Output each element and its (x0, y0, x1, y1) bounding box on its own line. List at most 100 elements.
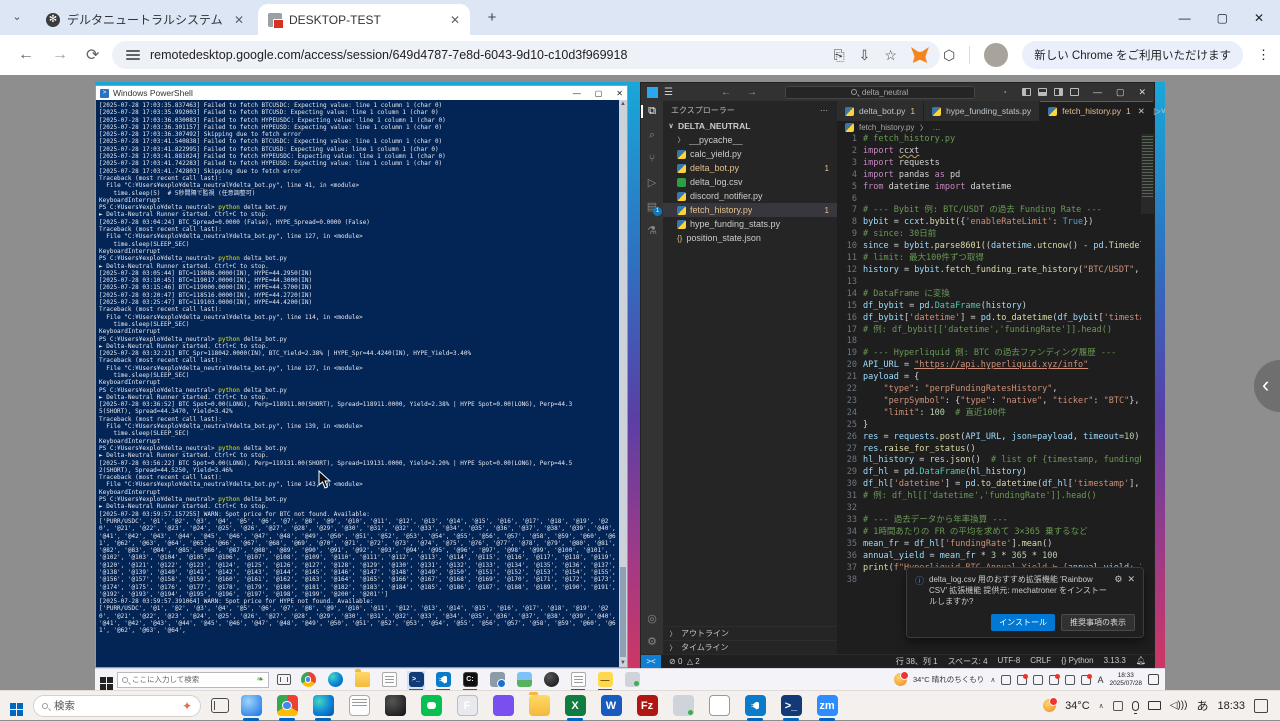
extensions-puzzle-icon[interactable]: ⬡ (943, 47, 955, 64)
local-hidden-icons-chevron[interactable]: ∧ (1099, 702, 1104, 710)
tab-close-icon[interactable]: ✕ (450, 13, 460, 27)
vscode-restore-button[interactable]: ▢ (1116, 87, 1125, 98)
metamask-extension-icon[interactable] (911, 47, 929, 63)
settings-gear-icon[interactable]: ⚙ (641, 635, 663, 648)
vscode-account-icon[interactable]: ◔ (1002, 88, 1007, 97)
local-weather-icon[interactable] (1043, 699, 1056, 712)
run-python-file-icon[interactable]: ▷˅ (1154, 106, 1165, 117)
remote-weather-text[interactable]: 34°C 晴れのちくもり (913, 674, 984, 685)
reload-button[interactable]: ⟳ (86, 45, 99, 65)
tray-icon-2[interactable] (1017, 675, 1027, 685)
app-zoom-icon[interactable]: zm (815, 694, 839, 718)
taskbar-edge-icon[interactable] (326, 671, 344, 689)
search-icon[interactable]: ⌕ (641, 129, 663, 142)
python-version[interactable]: 3.13.3 (1104, 656, 1126, 667)
remote-clock[interactable]: 18:33 2025/07/28 (1109, 672, 1142, 687)
app-powershell-icon[interactable]: >_ (779, 694, 803, 718)
app-dark-sphere-icon[interactable] (383, 694, 407, 718)
taskbar-device-manager-icon[interactable] (488, 671, 506, 689)
explorer-item-calc_yield.py[interactable]: calc_yield.py (663, 147, 837, 161)
explorer-item-delta_log.csv[interactable]: delta_log.csv (663, 175, 837, 189)
app-word-icon[interactable]: W (599, 694, 623, 718)
taskbar-sticky-notes-icon[interactable]: — (596, 671, 614, 689)
scrollbar-thumb[interactable] (620, 567, 626, 657)
remote-indicator[interactable]: >< (641, 655, 661, 668)
window-close-button[interactable]: ✕ (1254, 11, 1264, 25)
vscode-window[interactable]: ☰ ← → delta_neutral ◔ — ▢ ✕ ⧉ ⌕ ⑂ ▷ ▤1 (640, 82, 1155, 668)
window-maximize-button[interactable]: ▢ (1217, 11, 1228, 25)
local-task-view-icon[interactable] (211, 698, 229, 713)
app-game-icon[interactable] (491, 694, 515, 718)
explorer-item-discord_notifier.py[interactable]: discord_notifier.py (663, 189, 837, 203)
language-mode[interactable]: {} Python (1061, 656, 1093, 667)
outline-section[interactable]: 〉アウトライン (663, 626, 837, 640)
customize-layout-icon[interactable] (1070, 88, 1079, 96)
notification-close-icon[interactable]: ✕ (1127, 574, 1135, 607)
app-el-icon[interactable]: el (707, 694, 731, 718)
app-misc-icon[interactable] (671, 694, 695, 718)
ps-minimize-button[interactable]: — (573, 89, 581, 98)
display-icon[interactable] (1148, 701, 1161, 710)
local-weather-text[interactable]: 34°C (1065, 700, 1090, 712)
tray-icon-4[interactable] (1049, 675, 1059, 685)
toggle-secondary-sidebar-icon[interactable] (1054, 88, 1063, 96)
taskbar-cmd-icon[interactable]: C: (461, 671, 479, 689)
ps-maximize-button[interactable]: ▢ (595, 89, 603, 98)
app-file-explorer-icon[interactable] (527, 694, 551, 718)
app-line-icon[interactable] (419, 694, 443, 718)
microphone-icon[interactable] (1132, 701, 1139, 711)
hidden-icons-chevron[interactable]: ∧ (990, 676, 995, 684)
local-start-button[interactable] (10, 696, 23, 716)
explorer-item-hype_funding_stats.py[interactable]: hype_funding_stats.py (663, 217, 837, 231)
remote-task-view-icon[interactable] (277, 674, 291, 685)
ps-close-button[interactable]: ✕ (616, 89, 623, 98)
run-debug-icon[interactable]: ▷ (641, 176, 663, 189)
local-clock[interactable]: 18:33 (1217, 700, 1245, 712)
app-excel-icon[interactable]: X (563, 694, 587, 718)
explorer-root-folder[interactable]: ∨ DELTA_NEUTRAL (663, 119, 837, 133)
powershell-scrollbar[interactable]: ▲ ▼ (619, 100, 627, 667)
back-button[interactable]: ← (18, 46, 34, 64)
window-minimize-button[interactable]: — (1179, 11, 1191, 25)
taskbar-vscode-icon[interactable] (434, 671, 452, 689)
app-notepad-icon[interactable] (347, 694, 371, 718)
vscode-close-button[interactable]: ✕ (1138, 87, 1146, 98)
forward-button[interactable]: → (52, 46, 68, 64)
explorer-item-position_state.json[interactable]: {}position_state.json (663, 231, 837, 245)
local-notification-icon[interactable] (1254, 699, 1268, 713)
install-app-icon[interactable]: ⇩ (859, 47, 871, 64)
browser-tab-1[interactable]: ✻ デルタニュートラルシステム ✕ (36, 4, 254, 35)
taskbar-dark-sphere-app-icon[interactable] (542, 671, 560, 689)
powershell-titlebar[interactable]: > Windows PowerShell — ▢ ✕ (96, 86, 627, 100)
remote-search-box[interactable]: ここに入力して検索 ❧ (117, 672, 269, 688)
taskbar-chrome-icon[interactable] (299, 671, 317, 689)
notification-gear-icon[interactable]: ⚙ (1114, 574, 1122, 607)
testing-flask-icon[interactable]: ⚗ (641, 224, 663, 237)
local-ime-indicator[interactable]: あ (1196, 697, 1208, 714)
explorer-item-fetch_history.py[interactable]: fetch_history.py1 (663, 203, 837, 217)
explorer-icon[interactable]: ⧉ (641, 105, 663, 118)
clipboard-icon[interactable]: ⎘ (833, 47, 844, 64)
vscode-forward-icon[interactable]: → (747, 87, 757, 98)
explorer-item-__pycache__[interactable]: 〉__pycache__ (663, 133, 837, 147)
breadcrumb[interactable]: fetch_history.py 〉 … (837, 121, 1154, 134)
browser-tab-2-active[interactable]: DESKTOP-TEST ✕ (258, 4, 470, 35)
tray-icon-3[interactable] (1033, 675, 1043, 685)
editor-tab-hype_funding_stats.py[interactable]: hype_funding_stats.py (924, 101, 1040, 121)
toggle-panel-icon[interactable] (1038, 88, 1047, 96)
tab-close-icon[interactable]: ✕ (1138, 106, 1145, 117)
powershell-window[interactable]: > Windows PowerShell — ▢ ✕ [2025-07-28 1… (95, 85, 628, 668)
chrome-update-button[interactable]: 新しい Chrome をご利用いただけます (1022, 41, 1243, 69)
app-filezilla-icon[interactable]: Fz (635, 694, 659, 718)
taskbar-notepad-icon[interactable] (380, 671, 398, 689)
editor-tab-delta_bot.py[interactable]: delta_bot.py1 (837, 101, 924, 121)
account-icon[interactable]: ◎ (641, 612, 663, 625)
local-tray-icon-1[interactable] (1113, 701, 1123, 711)
cursor-position[interactable]: 行 38、列 1 (896, 656, 938, 667)
app-blue-drop-icon[interactable] (239, 694, 263, 718)
tray-volume-icon[interactable] (1081, 675, 1091, 685)
taskbar-file-explorer-icon[interactable] (353, 671, 371, 689)
app-edge-icon[interactable] (311, 694, 335, 718)
tray-network-icon[interactable] (1065, 675, 1075, 685)
vscode-command-search[interactable]: delta_neutral (785, 86, 975, 99)
